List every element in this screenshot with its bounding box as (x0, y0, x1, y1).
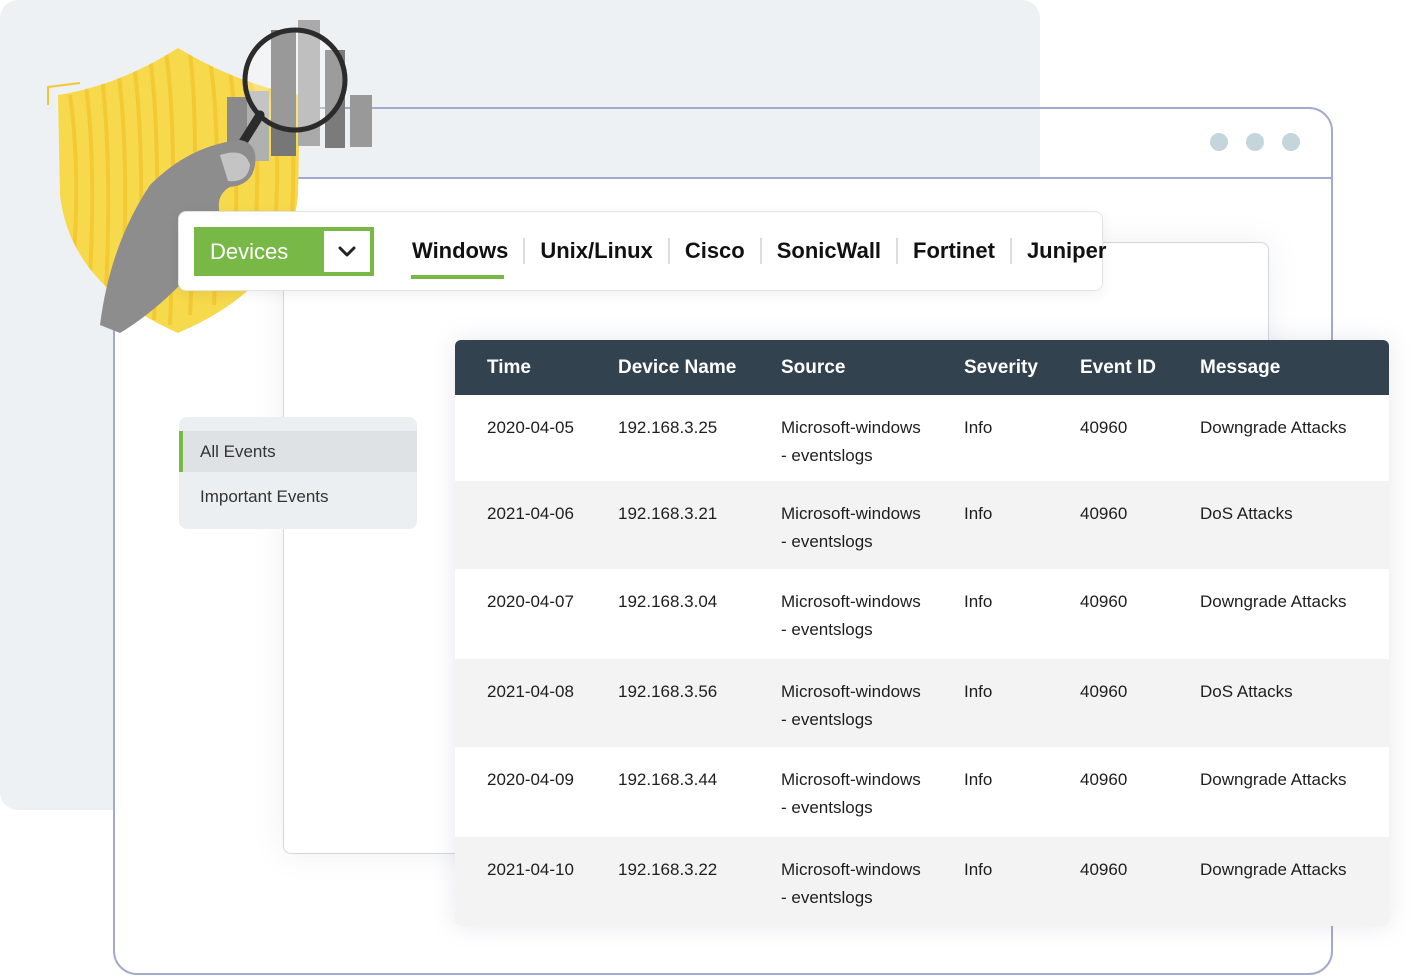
dropdown-toggle-button[interactable] (324, 231, 370, 272)
source-line: Microsoft-windows (781, 592, 921, 611)
cell-device-name: 192.168.3.04 (618, 592, 718, 611)
source-line: Microsoft-windows (781, 860, 921, 879)
cell-event-id: 40960 (1080, 860, 1128, 879)
tab-unix-linux[interactable]: Unix/Linux (523, 238, 667, 264)
devices-dropdown-label: Devices (210, 238, 289, 264)
window-dot-icon[interactable] (1246, 133, 1264, 151)
column-header-severity[interactable]: Severity (964, 357, 1080, 379)
chevron-down-icon (338, 246, 356, 256)
menu-item-important-events[interactable]: Important Events (179, 476, 417, 517)
source-line: - eventslogs (781, 710, 873, 729)
column-header-time[interactable]: Time (455, 357, 618, 379)
cell-time: 2021-04-10 (487, 860, 574, 879)
table-row[interactable]: 2021-04-06 192.168.3.21 Microsoft-window… (455, 481, 1389, 569)
source-line: Microsoft-windows (781, 504, 921, 523)
cell-message: Downgrade Attacks (1200, 592, 1347, 611)
menu-item-all-events[interactable]: All Events (179, 431, 417, 472)
table-header: Time Device Name Source Severity Event I… (455, 340, 1389, 395)
cell-event-id: 40960 (1080, 592, 1128, 611)
cell-time: 2021-04-06 (487, 504, 574, 523)
source-line: - eventslogs (781, 620, 873, 639)
source-line: - eventslogs (781, 888, 873, 907)
window-controls (1210, 133, 1300, 151)
events-table: Time Device Name Source Severity Event I… (455, 340, 1389, 926)
cell-message: DoS Attacks (1200, 682, 1293, 701)
cell-severity: Info (964, 418, 993, 437)
column-header-event-id[interactable]: Event ID (1080, 357, 1200, 379)
cell-event-id: 40960 (1080, 418, 1128, 437)
column-header-message[interactable]: Message (1200, 357, 1389, 379)
cell-device-name: 192.168.3.56 (618, 682, 718, 701)
cell-device-name: 192.168.3.22 (618, 860, 718, 879)
device-tab-bar: Devices Windows Unix/Linux Cisco SonicWa… (178, 211, 1106, 291)
cell-severity: Info (964, 682, 993, 701)
cell-time: 2020-04-07 (487, 592, 574, 611)
source-line: Microsoft-windows (781, 418, 921, 437)
cell-source: Microsoft-windows - eventslogs (781, 588, 964, 644)
cell-message: Downgrade Attacks (1200, 860, 1347, 879)
cell-severity: Info (964, 860, 993, 879)
cell-severity: Info (964, 770, 993, 789)
cell-time: 2020-04-05 (487, 418, 574, 437)
tab-juniper[interactable]: Juniper (1009, 238, 1121, 264)
devices-dropdown[interactable]: Devices (194, 227, 374, 276)
tab-fortinet[interactable]: Fortinet (896, 238, 1010, 264)
source-line: Microsoft-windows (781, 682, 921, 701)
cell-message: DoS Attacks (1200, 504, 1293, 523)
cell-device-name: 192.168.3.44 (618, 770, 718, 789)
window-dot-icon[interactable] (1210, 133, 1228, 151)
column-header-device-name[interactable]: Device Name (618, 357, 781, 379)
security-illustration (47, 20, 372, 333)
cell-source: Microsoft-windows - eventslogs (781, 678, 964, 734)
cell-time: 2021-04-08 (487, 682, 574, 701)
cell-device-name: 192.168.3.21 (618, 504, 718, 523)
table-row[interactable]: 2020-04-09 192.168.3.44 Microsoft-window… (455, 747, 1389, 837)
cell-source: Microsoft-windows - eventslogs (781, 766, 964, 822)
table-row[interactable]: 2021-04-10 192.168.3.22 Microsoft-window… (455, 837, 1389, 926)
event-filter-menu: All Events Important Events (179, 417, 417, 529)
cell-message: Downgrade Attacks (1200, 770, 1347, 789)
cell-event-id: 40960 (1080, 504, 1128, 523)
cell-source: Microsoft-windows - eventslogs (781, 500, 964, 556)
window-dot-icon[interactable] (1282, 133, 1300, 151)
source-line: - eventslogs (781, 532, 873, 551)
table-row[interactable]: 2020-04-07 192.168.3.04 Microsoft-window… (455, 569, 1389, 659)
cell-severity: Info (964, 592, 993, 611)
table-row[interactable]: 2020-04-05 192.168.3.25 Microsoft-window… (455, 395, 1389, 481)
tab-sonicwall[interactable]: SonicWall (759, 238, 896, 264)
source-line: - eventslogs (781, 446, 873, 465)
cell-event-id: 40960 (1080, 682, 1128, 701)
cell-message: Downgrade Attacks (1200, 418, 1347, 437)
cell-time: 2020-04-09 (487, 770, 574, 789)
cell-device-name: 192.168.3.25 (618, 418, 718, 437)
source-line: - eventslogs (781, 798, 873, 817)
source-line: Microsoft-windows (781, 770, 921, 789)
column-header-source[interactable]: Source (781, 357, 964, 379)
cell-event-id: 40960 (1080, 770, 1128, 789)
cell-source: Microsoft-windows - eventslogs (781, 856, 964, 912)
tab-cisco[interactable]: Cisco (667, 238, 760, 264)
device-tabs: Windows Unix/Linux Cisco SonicWall Forti… (397, 212, 1121, 290)
cell-source: Microsoft-windows - eventslogs (781, 414, 964, 470)
cell-severity: Info (964, 504, 993, 523)
tab-windows[interactable]: Windows (397, 238, 523, 279)
table-row[interactable]: 2021-04-08 192.168.3.56 Microsoft-window… (455, 659, 1389, 747)
